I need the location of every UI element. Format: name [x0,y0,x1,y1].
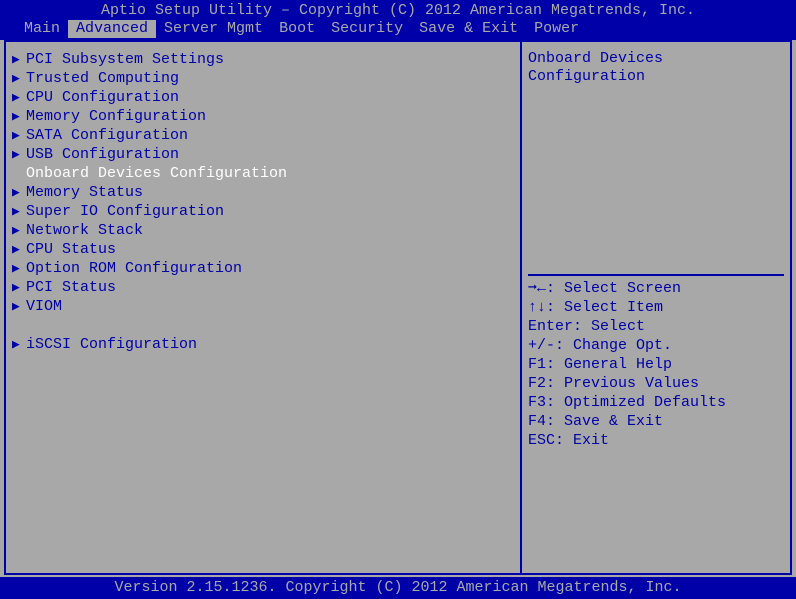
menu-item-label: Option ROM Configuration [26,260,242,278]
menu-item-usb-configuration[interactable]: ▶USB Configuration [12,145,514,164]
menu-item-label: iSCSI Configuration [26,336,197,354]
bios-screen: Aptio Setup Utility – Copyright (C) 2012… [0,0,796,599]
menu-item-label: USB Configuration [26,146,179,164]
tab-save-exit[interactable]: Save & Exit [411,20,526,38]
menu-panel: ▶PCI Subsystem Settings▶Trusted Computin… [6,42,522,573]
menu-item-memory-status[interactable]: ▶Memory Status [12,183,514,202]
menu-item-label: Trusted Computing [26,70,179,88]
side-panel: Onboard Devices Configuration ➞←: Select… [522,42,790,573]
help-line: F4: Save & Exit [528,413,784,432]
menu-item-label: Network Stack [26,222,143,240]
tab-advanced[interactable]: Advanced [68,20,156,38]
main-body: ▶PCI Subsystem Settings▶Trusted Computin… [4,40,792,575]
menu-item-cpu-status[interactable]: ▶CPU Status [12,240,514,259]
submenu-arrow-icon: ▶ [12,241,26,259]
menu-gap [12,316,514,335]
help-line: F3: Optimized Defaults [528,394,784,413]
menu-item-onboard-devices-configuration[interactable]: ▶Onboard Devices Configuration [12,164,514,183]
menu-item-label: VIOM [26,298,62,316]
help-line: ↑↓: Select Item [528,299,784,318]
menu-item-label: Memory Status [26,184,143,202]
menu-item-super-io-configuration[interactable]: ▶Super IO Configuration [12,202,514,221]
menu-item-label: PCI Subsystem Settings [26,51,224,69]
menu-item-label: CPU Status [26,241,116,259]
help-line: Enter: Select [528,318,784,337]
help-line: +/-: Change Opt. [528,337,784,356]
submenu-arrow-icon: ▶ [12,279,26,297]
submenu-arrow-icon: ▶ [12,203,26,221]
menu-item-label: Super IO Configuration [26,203,224,221]
submenu-arrow-icon: ▶ [12,260,26,278]
tab-main[interactable]: Main [16,20,68,38]
help-panel: ➞←: Select Screen↑↓: Select ItemEnter: S… [528,280,784,451]
submenu-arrow-icon: ▶ [12,184,26,202]
menu-item-memory-configuration[interactable]: ▶Memory Configuration [12,107,514,126]
submenu-arrow-icon: ▶ [12,165,26,183]
help-line: ➞←: Select Screen [528,280,784,299]
help-line: F1: General Help [528,356,784,375]
submenu-arrow-icon: ▶ [12,89,26,107]
menu-item-pci-subsystem-settings[interactable]: ▶PCI Subsystem Settings [12,50,514,69]
menu-item-label: Onboard Devices Configuration [26,165,287,183]
footer-version: Version 2.15.1236. Copyright (C) 2012 Am… [0,577,796,599]
menu-item-sata-configuration[interactable]: ▶SATA Configuration [12,126,514,145]
menu-item-network-stack[interactable]: ▶Network Stack [12,221,514,240]
divider [528,274,784,276]
menu-item-option-rom-configuration[interactable]: ▶Option ROM Configuration [12,259,514,278]
item-description: Onboard Devices Configuration [528,50,784,270]
tab-server-mgmt[interactable]: Server Mgmt [156,20,271,38]
menu-item-cpu-configuration[interactable]: ▶CPU Configuration [12,88,514,107]
tab-security[interactable]: Security [323,20,411,38]
tab-boot[interactable]: Boot [271,20,323,38]
tab-bar: MainAdvancedServer MgmtBootSecuritySave … [0,20,796,40]
submenu-arrow-icon: ▶ [12,222,26,240]
submenu-arrow-icon: ▶ [12,127,26,145]
submenu-arrow-icon: ▶ [12,108,26,126]
tab-power[interactable]: Power [526,20,587,38]
menu-item-label: PCI Status [26,279,116,297]
menu-item-label: CPU Configuration [26,89,179,107]
menu-item-pci-status[interactable]: ▶PCI Status [12,278,514,297]
menu-item-label: SATA Configuration [26,127,188,145]
submenu-arrow-icon: ▶ [12,70,26,88]
menu-item-trusted-computing[interactable]: ▶Trusted Computing [12,69,514,88]
menu-item-label: Memory Configuration [26,108,206,126]
submenu-arrow-icon: ▶ [12,51,26,69]
menu-item-viom[interactable]: ▶VIOM [12,297,514,316]
submenu-arrow-icon: ▶ [12,298,26,316]
help-line: F2: Previous Values [528,375,784,394]
submenu-arrow-icon: ▶ [12,336,26,354]
header-title: Aptio Setup Utility – Copyright (C) 2012… [0,0,796,20]
help-line: ESC: Exit [528,432,784,451]
menu-item-iscsi-configuration[interactable]: ▶iSCSI Configuration [12,335,514,354]
submenu-arrow-icon: ▶ [12,146,26,164]
